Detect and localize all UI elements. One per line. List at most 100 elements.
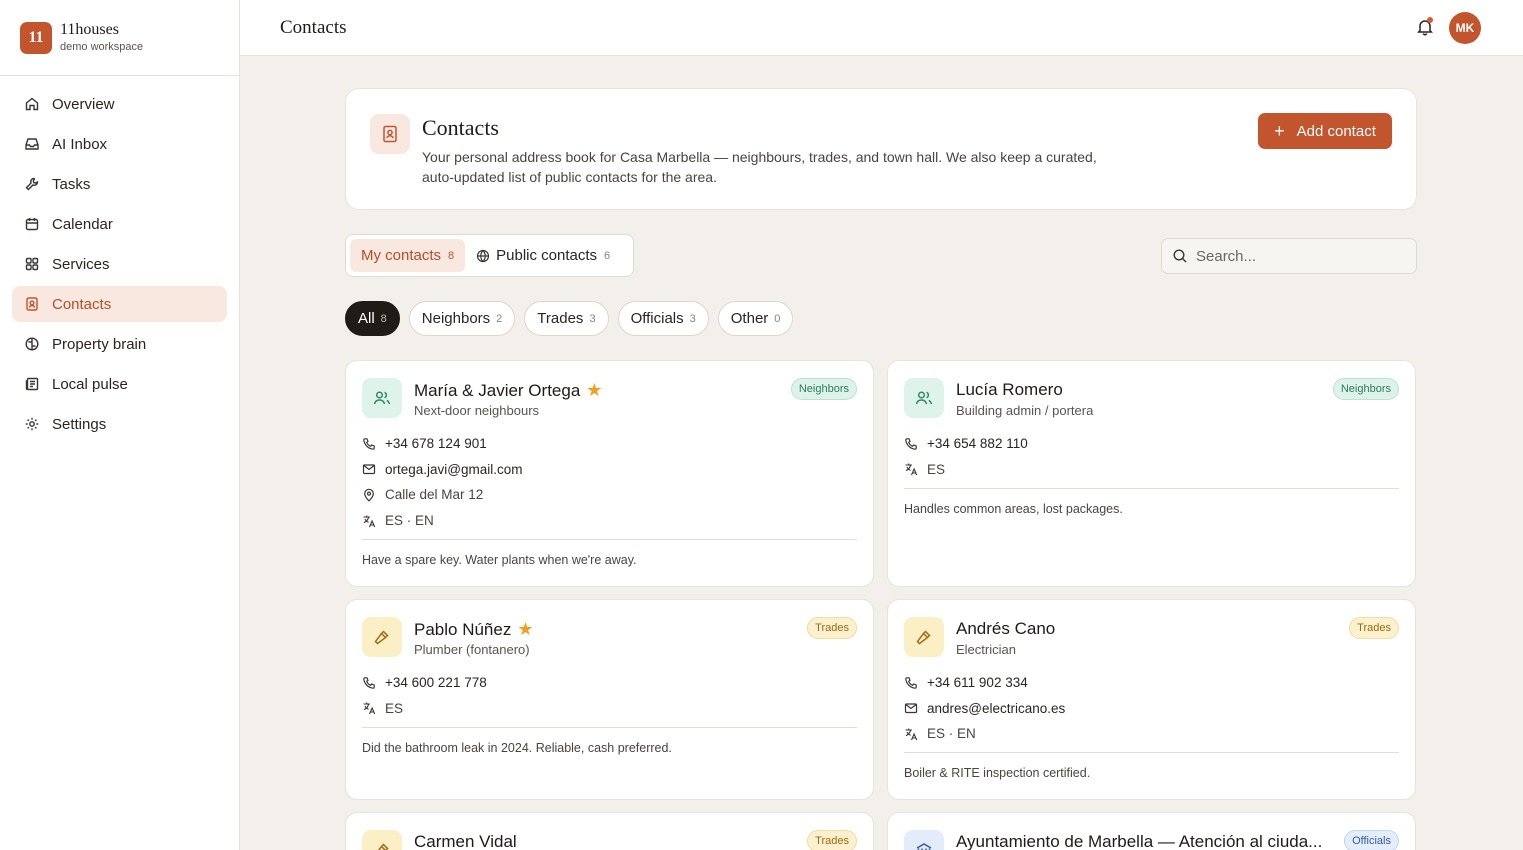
filter-count: 0: [774, 312, 781, 325]
filter-count: 3: [589, 312, 596, 325]
email-text: ortega.javi@gmail.com: [385, 461, 523, 477]
contacts-icon: [24, 296, 40, 312]
sidebar-item-label: Overview: [52, 95, 115, 113]
contact-card[interactable]: Andrés Cano Electrician Trades +34 611 9…: [887, 599, 1416, 800]
contact-card[interactable]: Lucía Romero Building admin / portera Ne…: [887, 360, 1416, 587]
filter-neighbors[interactable]: Neighbors 2: [408, 301, 516, 336]
notification-dot: [1427, 17, 1433, 23]
translate-icon: [362, 514, 376, 528]
divider: [904, 488, 1399, 489]
people-icon: [362, 378, 402, 418]
contact-languages: ES: [362, 696, 857, 722]
contact-name-text: Pablo Núñez: [414, 619, 512, 639]
contact-name: Andrés Cano: [956, 619, 1055, 639]
tab-count: 8: [448, 249, 455, 262]
brand-name: 11houses: [60, 20, 119, 38]
contact-languages: ES: [904, 457, 1399, 483]
sidebar-item-property-brain[interactable]: Property brain: [12, 326, 227, 362]
sidebar-item-contacts[interactable]: Contacts: [12, 286, 227, 322]
contact-role: Plumber (fontanero): [414, 642, 530, 657]
contact-card[interactable]: Pablo Núñez ★ Plumber (fontanero) Trades …: [345, 599, 874, 800]
filter-label: Neighbors: [421, 310, 491, 327]
tab-public-contacts[interactable]: Public contacts 6: [465, 239, 621, 272]
search-input[interactable]: [1196, 247, 1406, 265]
contact-phone[interactable]: +34 600 221 778: [362, 670, 857, 696]
tab-my-contacts[interactable]: My contacts 8: [350, 239, 466, 272]
sidebar-item-tasks[interactable]: Tasks: [12, 166, 227, 202]
contact-role: Next-door neighbours: [414, 403, 540, 418]
bell-icon: [1415, 20, 1435, 41]
sidebar-item-calendar[interactable]: Calendar: [12, 206, 227, 242]
sidebar-item-label: Contacts: [52, 295, 112, 313]
sidebar-item-ai-inbox[interactable]: AI Inbox: [12, 126, 227, 162]
contact-name-text: María & Javier Ortega: [414, 380, 581, 400]
contact-phone[interactable]: +34 654 882 110: [904, 431, 1399, 457]
contact-email[interactable]: andres@electricano.es: [904, 696, 1399, 722]
wrench-icon: [24, 176, 40, 192]
filter-count: 2: [496, 312, 503, 325]
contact-languages: ES · EN: [362, 508, 857, 534]
contacts-book-icon: [370, 114, 410, 154]
star-icon[interactable]: ★: [517, 619, 533, 640]
brand[interactable]: 11 11houses demo workspace: [0, 0, 239, 76]
category-badge: Officials: [1344, 830, 1399, 850]
contact-note: Have a spare key. Water plants when we'r…: [362, 553, 637, 567]
languages-text: ES: [385, 700, 404, 716]
phone-icon: [904, 676, 918, 690]
filter-all[interactable]: All 8: [345, 301, 400, 336]
contact-note: Handles common areas, lost packages.: [904, 502, 1123, 516]
page-title: Contacts: [280, 16, 347, 38]
filter-label: Trades: [537, 310, 584, 327]
contact-name: Lucía Romero: [956, 380, 1063, 400]
sidebar-item-label: Calendar: [52, 215, 113, 233]
contact-name-text: Carmen Vidal: [414, 832, 517, 850]
translate-icon: [904, 727, 918, 741]
sidebar-item-label: Property brain: [52, 335, 147, 353]
notifications-button[interactable]: [1415, 17, 1435, 37]
sidebar-item-label: Tasks: [52, 175, 91, 193]
workspace-name: demo workspace: [60, 40, 144, 53]
contact-phone[interactable]: +34 611 902 334: [904, 670, 1399, 696]
hammer-icon: [904, 617, 944, 657]
category-badge: Neighbors: [790, 378, 857, 400]
building-icon: [904, 830, 944, 850]
sidebar-item-local-pulse[interactable]: Local pulse: [12, 366, 227, 402]
sidebar-item-overview[interactable]: Overview: [12, 86, 227, 122]
sidebar-item-services[interactable]: Services: [12, 246, 227, 282]
contact-name-text: Andrés Cano: [956, 619, 1056, 638]
filter-label: Officials: [630, 310, 684, 327]
filter-count: 8: [380, 312, 387, 325]
tab-label: Public contacts: [496, 247, 598, 264]
tab-label: My contacts: [361, 247, 442, 264]
contact-name-text: Lucía Romero: [956, 380, 1063, 399]
divider: [904, 752, 1399, 753]
gear-icon: [24, 416, 40, 432]
category-badge: Trades: [807, 617, 857, 639]
filter-other[interactable]: Other 0: [717, 301, 794, 336]
calendar-icon: [24, 216, 40, 232]
filter-trades[interactable]: Trades 3: [524, 301, 609, 336]
contact-card[interactable]: Ayuntamiento de Marbella — Atención al c…: [887, 812, 1416, 850]
category-badge: Neighbors: [1332, 378, 1399, 400]
contact-email[interactable]: ortega.javi@gmail.com: [362, 457, 857, 483]
sidebar-item-label: AI Inbox: [52, 135, 108, 153]
filter-officials[interactable]: Officials 3: [617, 301, 709, 336]
star-icon[interactable]: ★: [586, 380, 602, 401]
add-contact-button[interactable]: + Add contact: [1258, 113, 1392, 149]
add-contact-label: Add contact: [1296, 122, 1376, 140]
phone-text: +34 600 221 778: [385, 675, 487, 691]
contact-card[interactable]: Carmen Vidal Trades: [345, 812, 874, 850]
grid-icon: [24, 256, 40, 272]
newspaper-icon: [24, 376, 40, 392]
contact-card[interactable]: María & Javier Ortega ★ Next-door neighbo…: [345, 360, 874, 587]
globe-icon: [476, 249, 490, 263]
inbox-icon: [24, 136, 40, 152]
search-box: [1161, 238, 1417, 274]
avatar[interactable]: MK: [1449, 12, 1481, 44]
translate-icon: [904, 462, 918, 476]
email-text: andres@electricano.es: [927, 700, 1066, 716]
sidebar-item-settings[interactable]: Settings: [12, 406, 227, 442]
contact-name: María & Javier Ortega ★: [414, 380, 602, 401]
topbar: Contacts MK: [240, 0, 1523, 56]
contact-phone[interactable]: +34 678 124 901: [362, 431, 857, 457]
